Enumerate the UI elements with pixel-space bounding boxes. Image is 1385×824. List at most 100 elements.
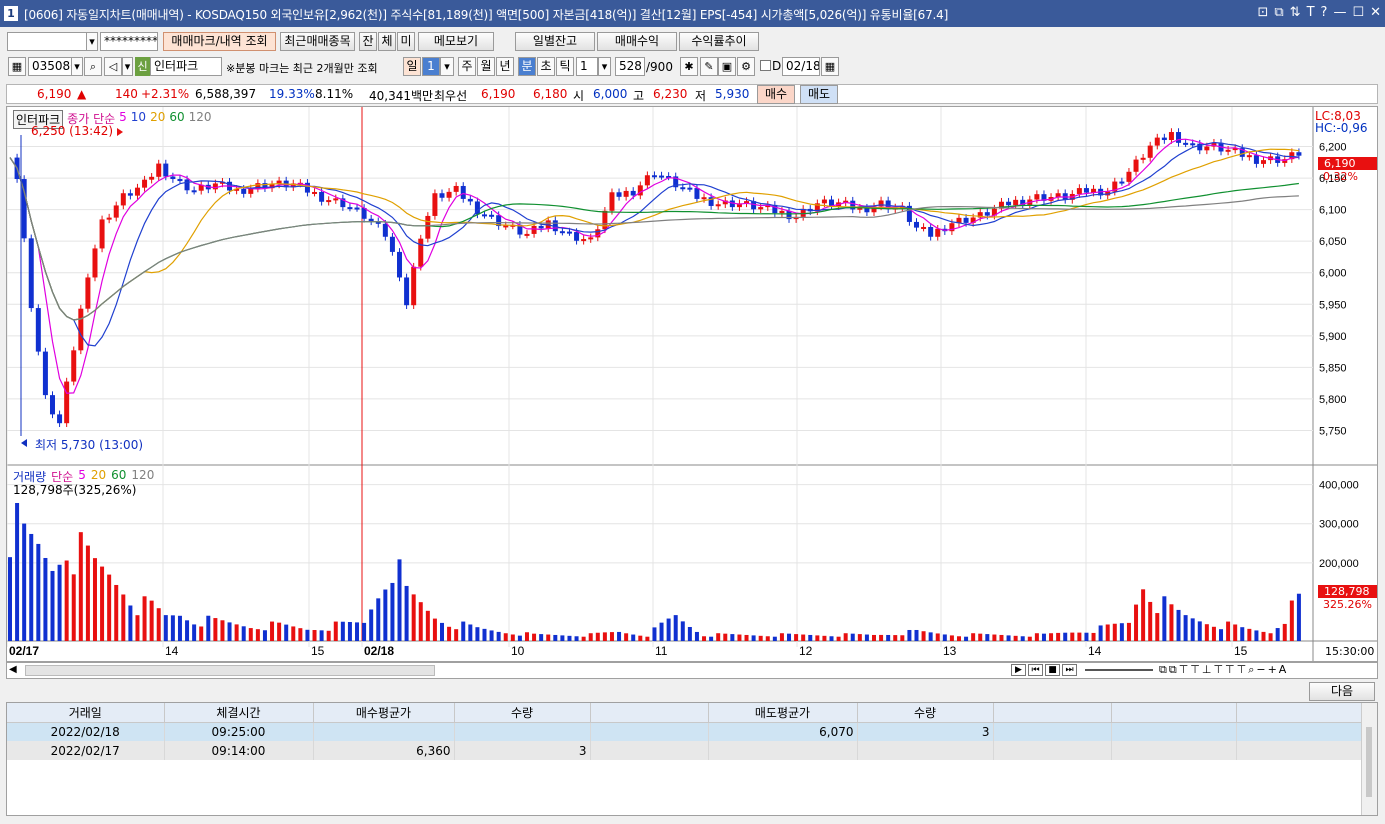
volume-tick-label: 400,000 bbox=[1319, 480, 1359, 492]
scroll-left-icon[interactable]: ◀ bbox=[9, 664, 17, 675]
price-volume-chart[interactable]: 6,2006,1506,1006,0506,0005,9505,9005,850… bbox=[7, 107, 1377, 661]
table-row[interactable]: 2022/02/17 09:14:00 6,360 3 bbox=[7, 741, 1362, 760]
cell-buy-avg bbox=[313, 722, 455, 741]
col-sell-qty[interactable]: 수량 bbox=[857, 703, 994, 723]
trade-profit-button[interactable]: 매매수익 bbox=[597, 32, 677, 51]
minimize-icon[interactable]: — bbox=[1333, 5, 1346, 20]
play-icon[interactable]: ▶ bbox=[1011, 664, 1026, 676]
count-field[interactable]: 528 bbox=[615, 57, 645, 76]
balance-button[interactable]: 잔 bbox=[359, 32, 377, 51]
mark-query-button[interactable]: 매매마크/내역 조회 bbox=[163, 32, 276, 51]
stock-code-input[interactable]: 035080 bbox=[28, 57, 72, 76]
chevron-down-icon[interactable]: ▾ bbox=[440, 57, 454, 76]
table-scroll-thumb[interactable] bbox=[1366, 727, 1372, 797]
buy-button[interactable]: 매수 bbox=[757, 85, 795, 104]
tab-day[interactable]: 일 bbox=[403, 57, 421, 76]
zoom-slider[interactable] bbox=[1085, 669, 1153, 671]
indicator-icon[interactable]: ✱ bbox=[680, 57, 698, 76]
chevron-down-icon[interactable]: ▾ bbox=[122, 57, 133, 76]
return-trend-button[interactable]: 수익률추이 bbox=[679, 32, 759, 51]
help-icon[interactable]: ? bbox=[1321, 5, 1328, 20]
forward-icon[interactable]: ⏭ bbox=[1062, 664, 1077, 676]
volume-bar bbox=[702, 636, 707, 641]
volume-bar bbox=[1134, 604, 1139, 641]
volume-bar bbox=[574, 636, 579, 641]
volume-bar bbox=[1155, 613, 1160, 641]
volume-bar bbox=[942, 634, 947, 641]
stop-icon[interactable]: ■ bbox=[1045, 664, 1060, 676]
tab-minute[interactable]: 분 bbox=[518, 57, 536, 76]
volume-max-label: 128,798주(325,26%) bbox=[13, 483, 137, 497]
scroll-thumb[interactable] bbox=[25, 665, 435, 676]
copy-icon[interactable]: ⧉ bbox=[1274, 5, 1283, 20]
col-trade-date[interactable]: 거래일 bbox=[7, 703, 165, 723]
recent-trades-button[interactable]: 최근매매종목 bbox=[280, 32, 355, 51]
search-icon[interactable]: ⌕ bbox=[84, 57, 102, 76]
chevron-down-icon[interactable]: ▾ bbox=[598, 57, 611, 76]
tab-week[interactable]: 주 bbox=[458, 57, 476, 76]
rewind-icon[interactable]: ⏮ bbox=[1028, 664, 1043, 676]
drawing-icon[interactable]: ✎ bbox=[700, 57, 718, 76]
candle-body bbox=[467, 198, 473, 202]
candle-body bbox=[425, 215, 431, 239]
candle-body bbox=[489, 214, 495, 217]
sell-button[interactable]: 매도 bbox=[800, 85, 838, 104]
volume-bar bbox=[326, 630, 331, 641]
close-icon[interactable]: ✕ bbox=[1370, 5, 1381, 20]
tab-year[interactable]: 년 bbox=[496, 57, 514, 76]
save-icon[interactable]: ▣ bbox=[718, 57, 736, 76]
daily-balance-button[interactable]: 일별잔고 bbox=[515, 32, 595, 51]
volume-bar bbox=[36, 543, 41, 641]
chart-tool-icons[interactable]: ⧉⧉⊤⊤⊥⊤⊤⊤⌕−+A bbox=[1159, 663, 1288, 677]
interval-field[interactable]: 1 bbox=[576, 57, 598, 76]
cell-blank bbox=[1236, 741, 1362, 760]
maximize-icon[interactable]: ☐ bbox=[1352, 5, 1364, 20]
candle-body bbox=[453, 185, 459, 192]
col-exec-time[interactable]: 체결시간 bbox=[164, 703, 314, 723]
account-select[interactable] bbox=[7, 32, 87, 51]
tab-second[interactable]: 초 bbox=[537, 57, 555, 76]
tab-month[interactable]: 월 bbox=[477, 57, 495, 76]
gear-icon[interactable]: ⚙ bbox=[737, 57, 755, 76]
table-scrollbar[interactable] bbox=[1361, 703, 1377, 815]
col-buy-qty[interactable]: 수량 bbox=[454, 703, 591, 723]
memo-button[interactable]: 메모보기 bbox=[418, 32, 494, 51]
table-row[interactable]: 2022/02/18 09:25:00 6,070 3 bbox=[7, 722, 1362, 741]
candle-body bbox=[170, 176, 176, 180]
candle-body bbox=[64, 381, 70, 424]
volume-bar bbox=[1261, 631, 1266, 641]
volume-bar bbox=[560, 635, 565, 641]
volume-bar bbox=[808, 634, 813, 641]
candle-body bbox=[99, 219, 105, 249]
calendar-icon[interactable]: ▦ bbox=[821, 57, 839, 76]
day-count-field[interactable]: 1 bbox=[422, 57, 440, 76]
candle-body bbox=[78, 308, 84, 351]
best-bid: 6,180 bbox=[533, 87, 568, 101]
cell-blank bbox=[993, 741, 1112, 760]
col-buy-avg[interactable]: 매수평균가 bbox=[313, 703, 455, 723]
link-icon[interactable]: ⇅ bbox=[1290, 5, 1301, 20]
date-field[interactable]: 02/18 bbox=[782, 57, 820, 76]
font-icon[interactable]: T bbox=[1307, 5, 1315, 20]
candle-body bbox=[460, 185, 466, 199]
volume-bar bbox=[170, 615, 175, 641]
candle-body bbox=[1013, 199, 1019, 206]
chevron-down-icon[interactable]: ▾ bbox=[71, 57, 83, 76]
chart-scrollbar[interactable]: ◀ ▶ ⏮ ■ ⏭ ⧉⧉⊤⊤⊥⊤⊤⊤⌕−+A bbox=[6, 662, 1378, 679]
stock-list-icon[interactable]: ▦ bbox=[8, 57, 26, 76]
candle-body bbox=[581, 239, 587, 242]
chart-area[interactable]: 6,200 6,150 6,100 6,050 6,000 5,950 5,900 5,850… bbox=[6, 106, 1378, 662]
unexecuted-button[interactable]: 미 bbox=[397, 32, 415, 51]
col-blank4 bbox=[1236, 703, 1362, 723]
password-field[interactable]: ********* bbox=[100, 32, 158, 51]
chevron-down-icon[interactable]: ▾ bbox=[86, 32, 98, 51]
col-sell-avg[interactable]: 매도평균가 bbox=[708, 703, 858, 723]
executed-button[interactable]: 체 bbox=[378, 32, 396, 51]
volume-bar bbox=[659, 622, 664, 641]
next-button[interactable]: 다음 bbox=[1309, 682, 1375, 701]
date-checkbox[interactable] bbox=[760, 60, 771, 71]
speaker-icon[interactable]: ◁ bbox=[104, 57, 122, 76]
volume-bar bbox=[220, 620, 225, 641]
layout-icon[interactable]: ⊡ bbox=[1257, 5, 1268, 20]
tab-tick[interactable]: 틱 bbox=[556, 57, 574, 76]
